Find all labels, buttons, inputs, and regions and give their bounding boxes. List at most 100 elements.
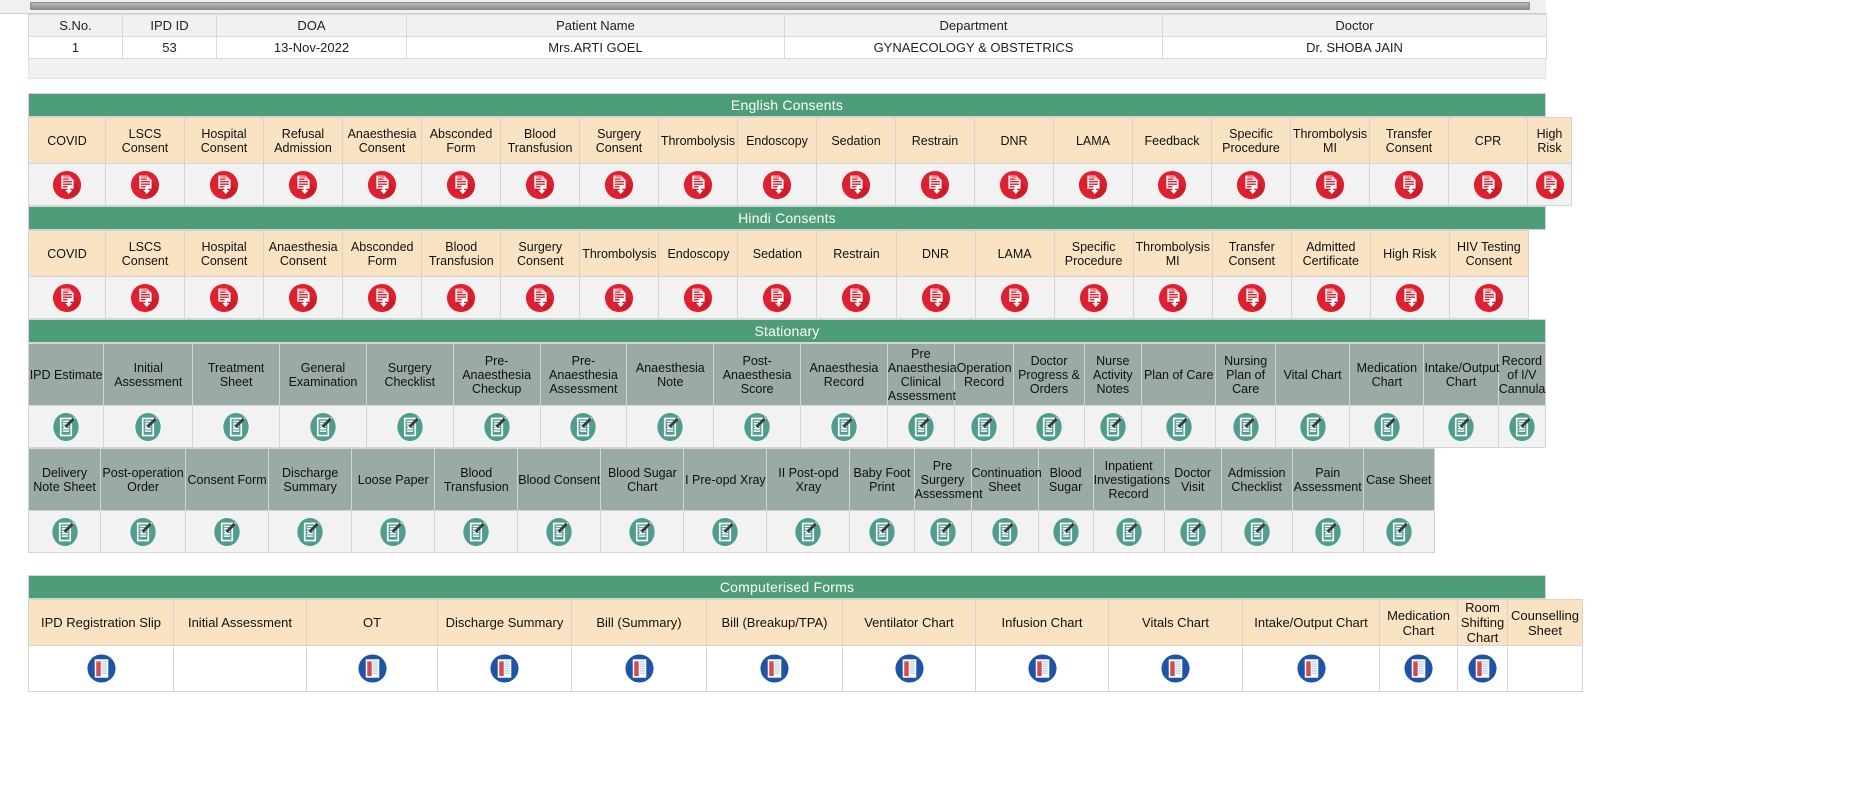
pdf-download-icon[interactable] — [343, 283, 421, 313]
stationary-link-pre-anaesthesia-clinical-assessment[interactable] — [886, 405, 955, 448]
pdf-link-refusal-admission[interactable] — [263, 163, 343, 206]
pdf-link-absconded-form[interactable] — [342, 276, 423, 319]
pdf-download-icon[interactable] — [264, 170, 342, 200]
pdf-download-icon[interactable] — [422, 283, 500, 313]
pdf-download-icon[interactable] — [975, 170, 1053, 200]
stationary-link-baby-foot-print[interactable] — [849, 510, 915, 553]
blue-document-icon[interactable] — [843, 653, 975, 684]
pdf-link-specific-procedure[interactable] — [1211, 163, 1291, 206]
pdf-link-hiv-testing-consent[interactable] — [1448, 276, 1529, 319]
document-pen-icon[interactable] — [186, 517, 268, 547]
pdf-link-surgery-consent[interactable] — [500, 276, 581, 319]
pdf-download-icon[interactable] — [580, 170, 658, 200]
document-pen-icon[interactable] — [1165, 517, 1221, 547]
pdf-link-transfer-consent[interactable] — [1369, 163, 1449, 206]
document-pen-icon[interactable] — [801, 412, 887, 442]
document-pen-icon[interactable] — [850, 517, 913, 547]
document-pen-icon[interactable] — [955, 412, 1014, 442]
document-pen-icon[interactable] — [280, 412, 366, 442]
pdf-download-icon[interactable] — [1449, 170, 1527, 200]
document-pen-icon[interactable] — [1222, 517, 1292, 547]
pdf-link-surgery-consent[interactable] — [579, 163, 659, 206]
stationary-link-delivery-note-sheet[interactable] — [27, 510, 102, 553]
document-pen-icon[interactable] — [1094, 517, 1164, 547]
blue-document-icon[interactable] — [29, 653, 173, 684]
stationary-link-nurse-activity-notes[interactable] — [1083, 405, 1143, 448]
document-pen-icon[interactable] — [518, 517, 600, 547]
document-pen-icon[interactable] — [435, 517, 517, 547]
pdf-link-admitted-certificate[interactable] — [1290, 276, 1371, 319]
stationary-link-intake-output-chart[interactable] — [1423, 405, 1499, 448]
pdf-link-restrain[interactable] — [895, 163, 975, 206]
blue-document-icon[interactable] — [707, 653, 842, 684]
document-pen-icon[interactable] — [104, 412, 192, 442]
pdf-download-icon[interactable] — [1213, 283, 1291, 313]
stationary-link-anaesthesia-note[interactable] — [626, 405, 715, 448]
blue-document-icon[interactable] — [572, 653, 706, 684]
pdf-link-endoscopy[interactable] — [737, 163, 817, 206]
document-pen-icon[interactable] — [29, 517, 100, 547]
pdf-link-covid[interactable] — [28, 163, 106, 206]
document-pen-icon[interactable] — [1424, 412, 1497, 442]
pdf-link-hospital-consent[interactable] — [184, 163, 264, 206]
pdf-download-icon[interactable] — [976, 283, 1054, 313]
blue-document-icon[interactable] — [1109, 653, 1242, 684]
pdf-link-dnr[interactable] — [895, 276, 976, 319]
stationary-link-loose-paper[interactable] — [351, 510, 436, 553]
pdf-download-icon[interactable] — [1055, 283, 1133, 313]
pdf-link-thrombolysis-mi[interactable] — [1290, 163, 1370, 206]
document-pen-icon[interactable] — [1085, 412, 1142, 442]
form-link-room-shifting-chart[interactable] — [1457, 645, 1508, 692]
stationary-link-admission-checklist[interactable] — [1220, 510, 1293, 553]
blue-document-icon[interactable] — [438, 653, 571, 684]
stationary-link-inpatient-investigations-record[interactable] — [1092, 510, 1165, 553]
pdf-link-blood-transfusion[interactable] — [421, 276, 502, 319]
blue-document-icon[interactable] — [976, 653, 1108, 684]
pdf-link-specific-procedure[interactable] — [1053, 276, 1134, 319]
pdf-link-absconded-form[interactable] — [421, 163, 501, 206]
pdf-download-icon[interactable] — [1133, 170, 1211, 200]
document-pen-icon[interactable] — [767, 517, 849, 547]
document-pen-icon[interactable] — [541, 412, 627, 442]
pdf-link-endoscopy[interactable] — [658, 276, 739, 319]
pdf-link-blood-transfusion[interactable] — [500, 163, 580, 206]
stationary-link-continuation-sheet[interactable] — [970, 510, 1039, 553]
stationary-link-post-anaesthesia-score[interactable] — [713, 405, 802, 448]
pdf-download-icon[interactable] — [1212, 170, 1290, 200]
stationary-link-surgery-checklist[interactable] — [365, 405, 454, 448]
document-pen-icon[interactable] — [1293, 517, 1363, 547]
form-link-discharge-summary[interactable] — [437, 645, 572, 692]
pdf-download-icon[interactable] — [896, 170, 974, 200]
pdf-download-icon[interactable] — [817, 283, 895, 313]
pdf-link-anaesthesia-consent[interactable] — [263, 276, 344, 319]
document-pen-icon[interactable] — [601, 517, 683, 547]
pdf-link-lscs-consent[interactable] — [105, 163, 185, 206]
pdf-download-icon[interactable] — [422, 170, 500, 200]
document-pen-icon[interactable] — [29, 412, 103, 442]
pdf-download-icon[interactable] — [1371, 283, 1449, 313]
stationary-link-i-pre-opd-xray[interactable] — [683, 510, 768, 553]
form-link-infusion-chart[interactable] — [975, 645, 1109, 692]
stationary-link-ii-post-opd-xray[interactable] — [766, 510, 851, 553]
stationary-link-plan-of-care[interactable] — [1141, 405, 1217, 448]
pdf-link-lama[interactable] — [974, 276, 1055, 319]
pdf-link-cpr[interactable] — [1448, 163, 1528, 206]
document-pen-icon[interactable] — [1014, 412, 1083, 442]
pdf-download-icon[interactable] — [501, 170, 579, 200]
pdf-link-restrain[interactable] — [816, 276, 897, 319]
pdf-link-feedback[interactable] — [1132, 163, 1212, 206]
stationary-link-blood-transfusion[interactable] — [434, 510, 519, 553]
stationary-link-record-of-i-v-cannula[interactable] — [1497, 405, 1547, 448]
form-link-vitals-chart[interactable] — [1108, 645, 1243, 692]
stationary-link-doctor-visit[interactable] — [1163, 510, 1222, 553]
pdf-download-icon[interactable] — [185, 170, 263, 200]
form-link-medication-chart[interactable] — [1379, 645, 1458, 692]
document-pen-icon[interactable] — [915, 517, 971, 547]
pdf-download-icon[interactable] — [1528, 170, 1571, 200]
document-pen-icon[interactable] — [367, 412, 453, 442]
pdf-link-anaesthesia-consent[interactable] — [342, 163, 422, 206]
pdf-download-icon[interactable] — [659, 283, 737, 313]
stationary-link-medication-chart[interactable] — [1349, 405, 1425, 448]
pdf-link-transfer-consent[interactable] — [1211, 276, 1292, 319]
pdf-link-dnr[interactable] — [974, 163, 1054, 206]
